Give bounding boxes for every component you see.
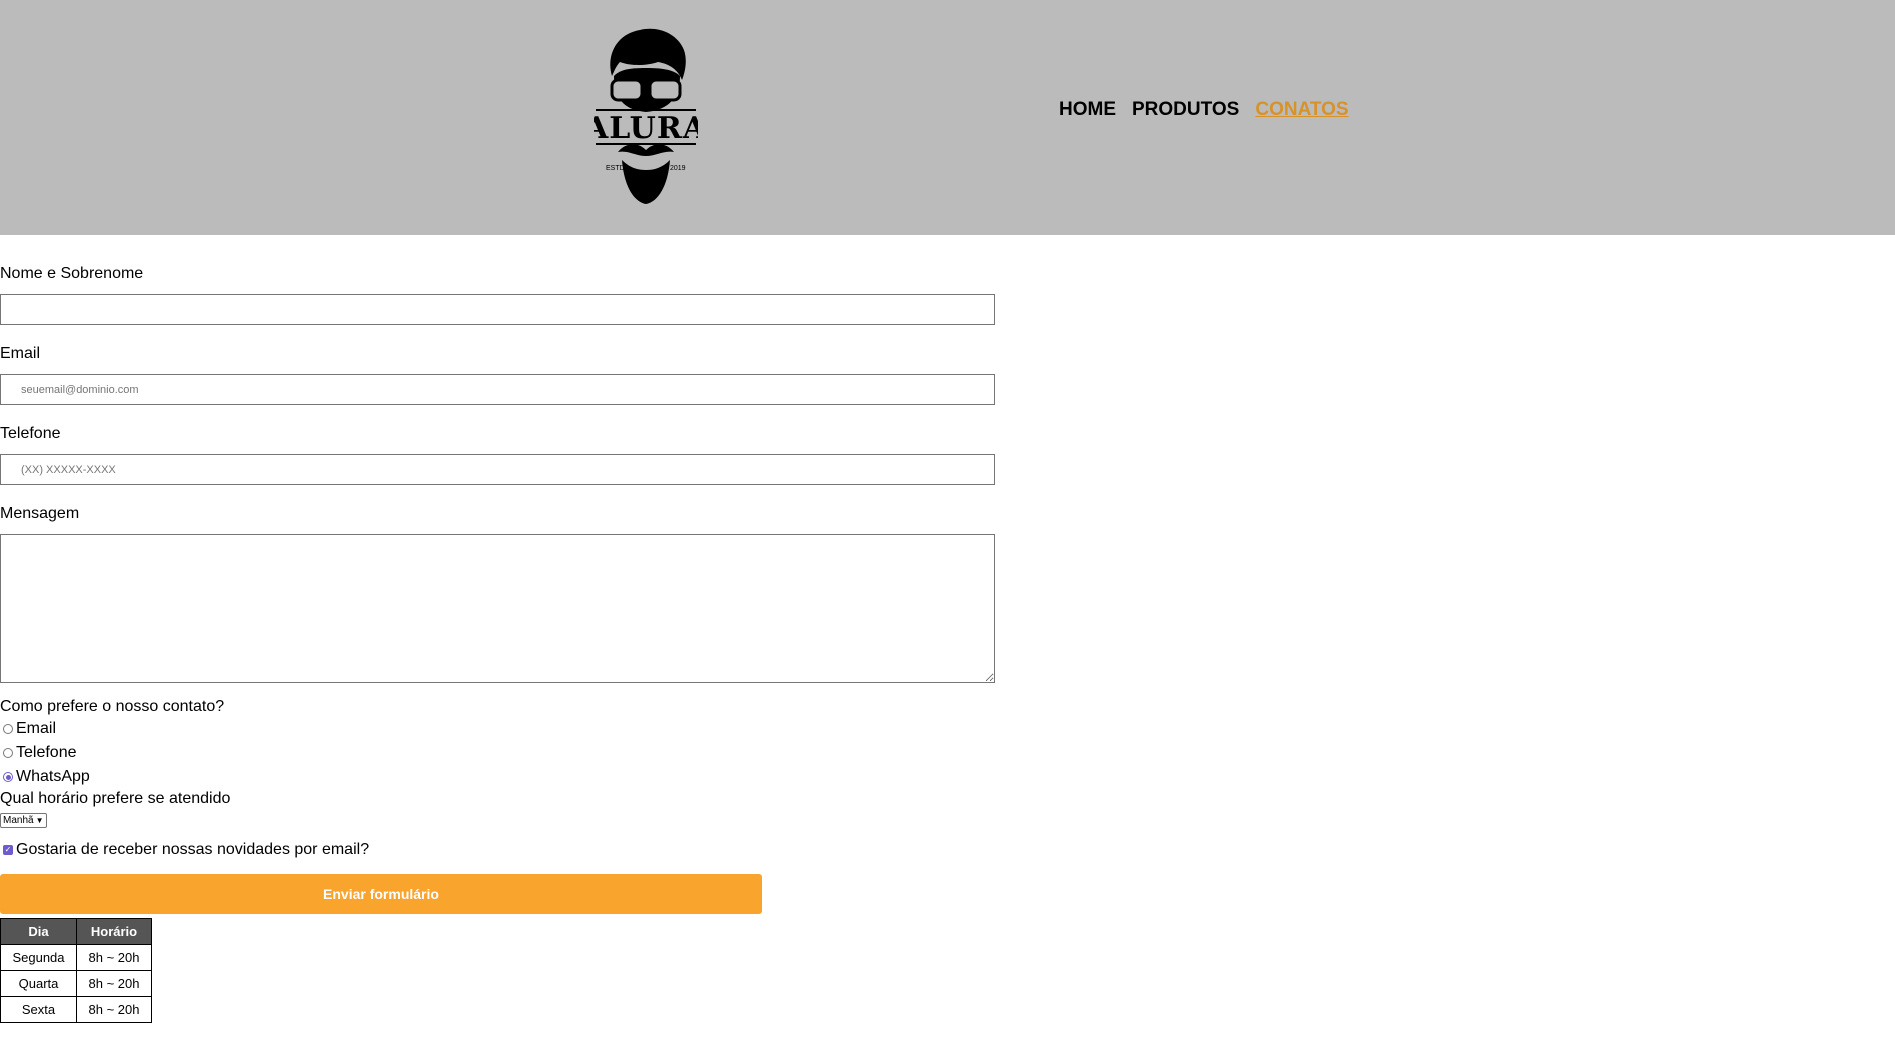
email-radio-label: Email <box>16 720 57 737</box>
table-header-row: Dia Horário <box>0 918 152 945</box>
table-header-dia: Dia <box>0 918 77 945</box>
table-row: Segunda 8h ~ 20h <box>0 944 152 971</box>
name-input[interactable] <box>0 294 995 325</box>
time-select[interactable]: Manhã ▼ <box>0 813 47 828</box>
glasses-left-lens <box>610 78 644 102</box>
table-cell-hours: 8h ~ 20h <box>76 944 152 971</box>
chevron-down-icon: ▼ <box>35 816 44 825</box>
table-cell-hours: 8h ~ 20h <box>76 996 152 1023</box>
email-label: Email <box>0 345 41 362</box>
alura-barber-logo[interactable]: ALURA ESTD 2019 <box>594 26 698 206</box>
submit-form-button[interactable]: Enviar formulário <box>0 874 762 914</box>
table-cell-day: Segunda <box>0 944 77 971</box>
newsletter-option[interactable]: ✓ Gostaria de receber nossas novidades p… <box>0 840 1000 860</box>
email-input[interactable] <box>0 374 995 405</box>
newsletter-label: Gostaria de receber nossas novidades por… <box>16 841 370 858</box>
whatsapp-radio-label: WhatsApp <box>16 768 90 785</box>
phone-label: Telefone <box>0 425 61 442</box>
time-preference-question: Qual horário prefere se atendido <box>0 790 231 807</box>
site-header: ALURA ESTD 2019 HOME PRODUTOS CONATOS <box>0 0 1895 235</box>
telefone-radio-label: Telefone <box>16 744 77 761</box>
table-row: Quarta 8h ~ 20h <box>0 970 152 997</box>
contact-option-whatsapp[interactable]: WhatsApp <box>0 765 1000 789</box>
table-header-horario: Horário <box>76 918 152 945</box>
beard-shape <box>622 160 670 204</box>
message-textarea[interactable] <box>0 534 995 683</box>
contact-preference-question: Como prefere o nosso contato? <box>0 698 225 715</box>
glasses-right-lens <box>648 78 682 102</box>
contact-option-email[interactable]: Email <box>0 717 1000 741</box>
main-nav: HOME PRODUTOS CONATOS <box>1059 99 1349 121</box>
whatsapp-radio[interactable] <box>3 772 13 782</box>
contact-form: Nome e Sobrenome Email Telefone Mensagem… <box>0 264 1000 914</box>
name-label: Nome e Sobrenome <box>0 265 144 282</box>
time-select-value: Manhã <box>3 815 34 826</box>
phone-input[interactable] <box>0 454 995 485</box>
nav-contatos-link[interactable]: CONATOS <box>1255 99 1348 121</box>
logo-estd-text: ESTD <box>606 165 625 172</box>
logo-brand-text: ALURA <box>594 111 698 146</box>
nav-produtos-link[interactable]: PRODUTOS <box>1132 99 1239 121</box>
table-cell-hours: 8h ~ 20h <box>76 970 152 997</box>
telefone-radio[interactable] <box>3 748 13 758</box>
message-label: Mensagem <box>0 505 80 522</box>
table-cell-day: Sexta <box>0 996 77 1023</box>
contact-option-telefone[interactable]: Telefone <box>0 741 1000 765</box>
table-row: Sexta 8h ~ 20h <box>0 996 152 1023</box>
newsletter-checkbox[interactable]: ✓ <box>3 845 13 855</box>
table-cell-day: Quarta <box>0 970 77 997</box>
nav-home-link[interactable]: HOME <box>1059 99 1116 121</box>
schedule-table: Dia Horário Segunda 8h ~ 20h Quarta 8h ~… <box>0 918 152 1023</box>
email-radio[interactable] <box>3 724 13 734</box>
logo-year-text: 2019 <box>670 165 686 172</box>
